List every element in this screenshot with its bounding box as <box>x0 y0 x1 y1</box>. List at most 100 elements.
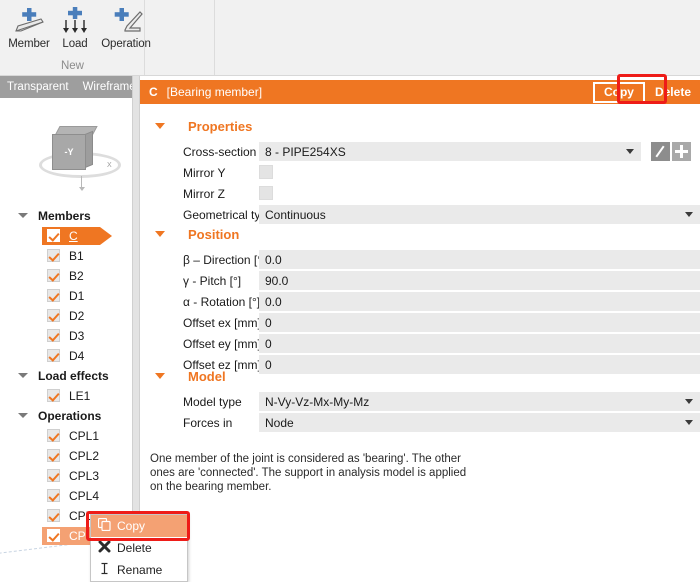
offset-ey-input[interactable]: 0 <box>259 334 700 353</box>
tree-item-cpl1[interactable]: CPL1 <box>0 426 132 446</box>
section-position-header[interactable]: Position <box>140 224 700 244</box>
row-alpha-rotation: α - Rotation [°] 0.0 <box>140 292 700 312</box>
checkbox-icon[interactable] <box>47 289 60 302</box>
mirror-y-checkbox[interactable] <box>259 165 273 179</box>
view-toggle-transparent[interactable]: Transparent <box>0 81 76 93</box>
ribbon-button-member[interactable]: Member <box>6 2 52 50</box>
tree-item-le1[interactable]: LE1 <box>0 386 132 406</box>
section-model-title: Model <box>188 368 226 384</box>
tree-item-label: B1 <box>69 249 84 263</box>
alpha-rotation-value: 0.0 <box>265 294 282 309</box>
checkbox-icon[interactable] <box>47 249 60 262</box>
view-cube-front-face[interactable]: -Y <box>52 134 86 170</box>
beta-direction-label: β – Direction [°] <box>183 253 266 267</box>
checkbox-icon[interactable] <box>47 529 60 542</box>
checkbox-icon[interactable] <box>47 229 60 242</box>
gamma-pitch-label: γ - Pitch [°] <box>183 274 242 288</box>
tree-item-cpl2[interactable]: CPL2 <box>0 446 132 466</box>
checkbox-icon[interactable] <box>47 449 60 462</box>
view-cube[interactable]: -Y X <box>35 114 131 200</box>
edit-cross-section-button[interactable] <box>651 142 670 161</box>
context-menu-item-copy[interactable]: Copy <box>91 515 187 537</box>
row-cross-section: Cross-section 8 - PIPE254XS <box>140 142 700 162</box>
section-model-header[interactable]: Model <box>140 366 700 386</box>
panel-splitter[interactable] <box>132 76 140 582</box>
expander-icon[interactable] <box>18 413 28 418</box>
checkbox-icon[interactable] <box>47 349 60 362</box>
tree-item-d1[interactable]: D1 <box>0 286 132 306</box>
forces-in-value: Node <box>265 415 294 430</box>
offset-ex-value: 0 <box>265 315 272 330</box>
chevron-down-icon[interactable] <box>685 399 693 404</box>
gamma-pitch-value: 90.0 <box>265 273 289 288</box>
tree-group-members[interactable]: Members <box>0 206 132 226</box>
checkbox-icon[interactable] <box>47 329 60 342</box>
offset-ex-label: Offset ex [mm] <box>183 316 261 330</box>
tree-group-operations[interactable]: Operations <box>0 406 132 426</box>
section-properties: Properties Cross-section 8 - PIPE254XS M… <box>140 116 700 226</box>
chevron-down-icon[interactable] <box>626 149 634 154</box>
pencil-icon <box>655 145 665 158</box>
member-plus-icon <box>9 6 49 36</box>
row-mirror-z: Mirror Z <box>140 184 700 204</box>
checkbox-icon[interactable] <box>47 389 60 402</box>
expander-icon[interactable] <box>18 213 28 218</box>
chevron-down-icon[interactable] <box>155 123 165 129</box>
alpha-rotation-input[interactable]: 0.0 <box>259 292 700 311</box>
checkbox-icon[interactable] <box>47 469 60 482</box>
model-type-dropdown[interactable]: N-Vy-Vz-Mx-My-Mz <box>259 392 700 411</box>
section-position: Position β – Direction [°] 0.0 γ - Pitch… <box>140 224 700 376</box>
context-menu-item-delete[interactable]: Delete <box>91 537 187 559</box>
selection-arrow-icon <box>100 227 112 245</box>
geometrical-type-dropdown[interactable]: Continuous <box>259 205 700 224</box>
tree-item-cpl4[interactable]: CPL4 <box>0 486 132 506</box>
mirror-y-label: Mirror Y <box>183 166 226 180</box>
chevron-down-icon[interactable] <box>155 231 165 237</box>
beta-direction-input[interactable]: 0.0 <box>259 250 700 269</box>
tree-item-d4[interactable]: D4 <box>0 346 132 366</box>
properties-panel: C [Bearing member] Copy Delete Propertie… <box>140 74 700 582</box>
model-type-value: N-Vy-Vz-Mx-My-Mz <box>265 394 370 409</box>
add-cross-section-button[interactable] <box>672 142 691 161</box>
ribbon-toolbar: Member Load Operation New <box>0 0 700 76</box>
checkbox-icon[interactable] <box>47 489 60 502</box>
tree-item-b1[interactable]: B1 <box>0 246 132 266</box>
tree-group-load-effects[interactable]: Load effects <box>0 366 132 386</box>
checkbox-icon[interactable] <box>47 509 60 522</box>
tree-group-label: Load effects <box>38 369 109 383</box>
copy-button[interactable]: Copy <box>592 81 645 103</box>
member-code: C <box>149 85 158 99</box>
checkbox-icon[interactable] <box>47 429 60 442</box>
mirror-z-checkbox[interactable] <box>259 186 273 200</box>
ribbon-button-load[interactable]: Load <box>52 2 98 50</box>
copy-icon <box>91 517 117 534</box>
row-model-type: Model type N-Vy-Vz-Mx-My-Mz <box>140 392 700 412</box>
checkbox-icon[interactable] <box>47 309 60 322</box>
context-menu-item-rename[interactable]: Rename <box>91 559 187 581</box>
delete-x-icon <box>91 540 117 556</box>
context-menu-item-label: Rename <box>117 563 163 577</box>
section-properties-title: Properties <box>188 118 253 134</box>
view-cube-x-axis-label: X <box>107 162 112 169</box>
cross-section-dropdown[interactable]: 8 - PIPE254XS <box>259 142 641 161</box>
view-cube-down-arrow-icon <box>78 176 85 191</box>
chevron-down-icon[interactable] <box>685 420 693 425</box>
ribbon-button-load-label: Load <box>62 38 88 50</box>
tree-item-cpl3[interactable]: CPL3 <box>0 466 132 486</box>
model-tree: Members C B1 B2 D1 D2 D3 D4 Load effects… <box>0 206 132 546</box>
section-properties-header[interactable]: Properties <box>140 116 700 136</box>
delete-button[interactable]: Delete <box>646 85 700 99</box>
section-model: Model Model type N-Vy-Vz-Mx-My-Mz Forces… <box>140 366 700 434</box>
checkbox-icon[interactable] <box>47 269 60 282</box>
offset-ex-input[interactable]: 0 <box>259 313 700 332</box>
tree-item-b2[interactable]: B2 <box>0 266 132 286</box>
gamma-pitch-input[interactable]: 90.0 <box>259 271 700 290</box>
forces-in-dropdown[interactable]: Node <box>259 413 700 432</box>
chevron-down-icon[interactable] <box>155 373 165 379</box>
tree-item-c[interactable]: C <box>0 226 132 246</box>
ribbon-button-member-label: Member <box>8 38 50 50</box>
expander-icon[interactable] <box>18 373 28 378</box>
chevron-down-icon[interactable] <box>685 212 693 217</box>
tree-item-d2[interactable]: D2 <box>0 306 132 326</box>
tree-item-d3[interactable]: D3 <box>0 326 132 346</box>
